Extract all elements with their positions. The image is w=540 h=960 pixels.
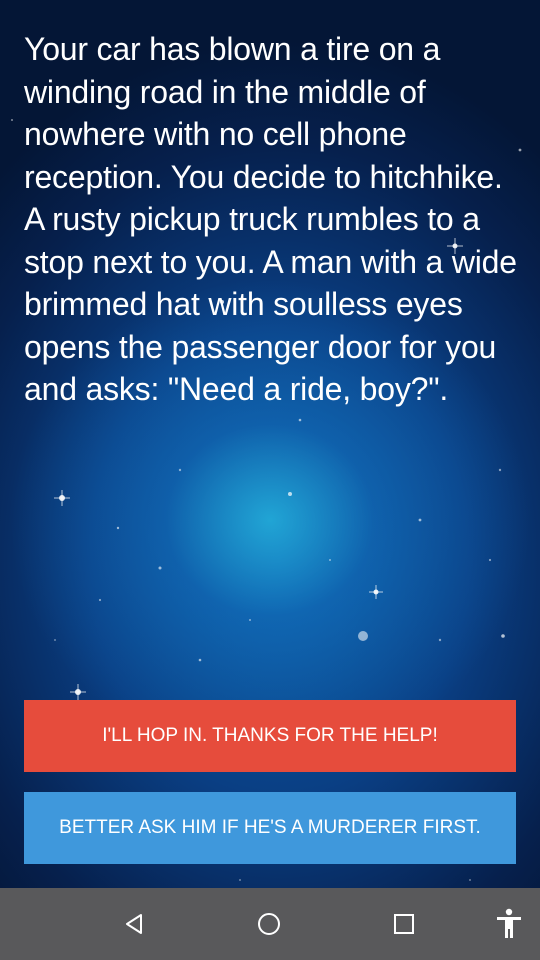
accessibility-icon bbox=[497, 908, 521, 938]
game-screen: Your car has blown a tire on a winding r… bbox=[0, 0, 540, 960]
recents-button[interactable] bbox=[378, 898, 430, 950]
accessibility-button[interactable] bbox=[483, 898, 535, 950]
choice-ask-murderer-button[interactable]: Better ask him if he's a murderer first. bbox=[24, 792, 516, 864]
choice-hop-in-button[interactable]: I'll hop in. Thanks for the help! bbox=[24, 700, 516, 772]
back-icon bbox=[126, 914, 142, 934]
back-button[interactable] bbox=[108, 898, 160, 950]
home-icon bbox=[258, 913, 280, 935]
android-navigation-bar bbox=[0, 888, 540, 960]
home-button[interactable] bbox=[243, 898, 295, 950]
story-text: Your car has blown a tire on a winding r… bbox=[24, 31, 517, 407]
recents-icon bbox=[394, 914, 414, 934]
